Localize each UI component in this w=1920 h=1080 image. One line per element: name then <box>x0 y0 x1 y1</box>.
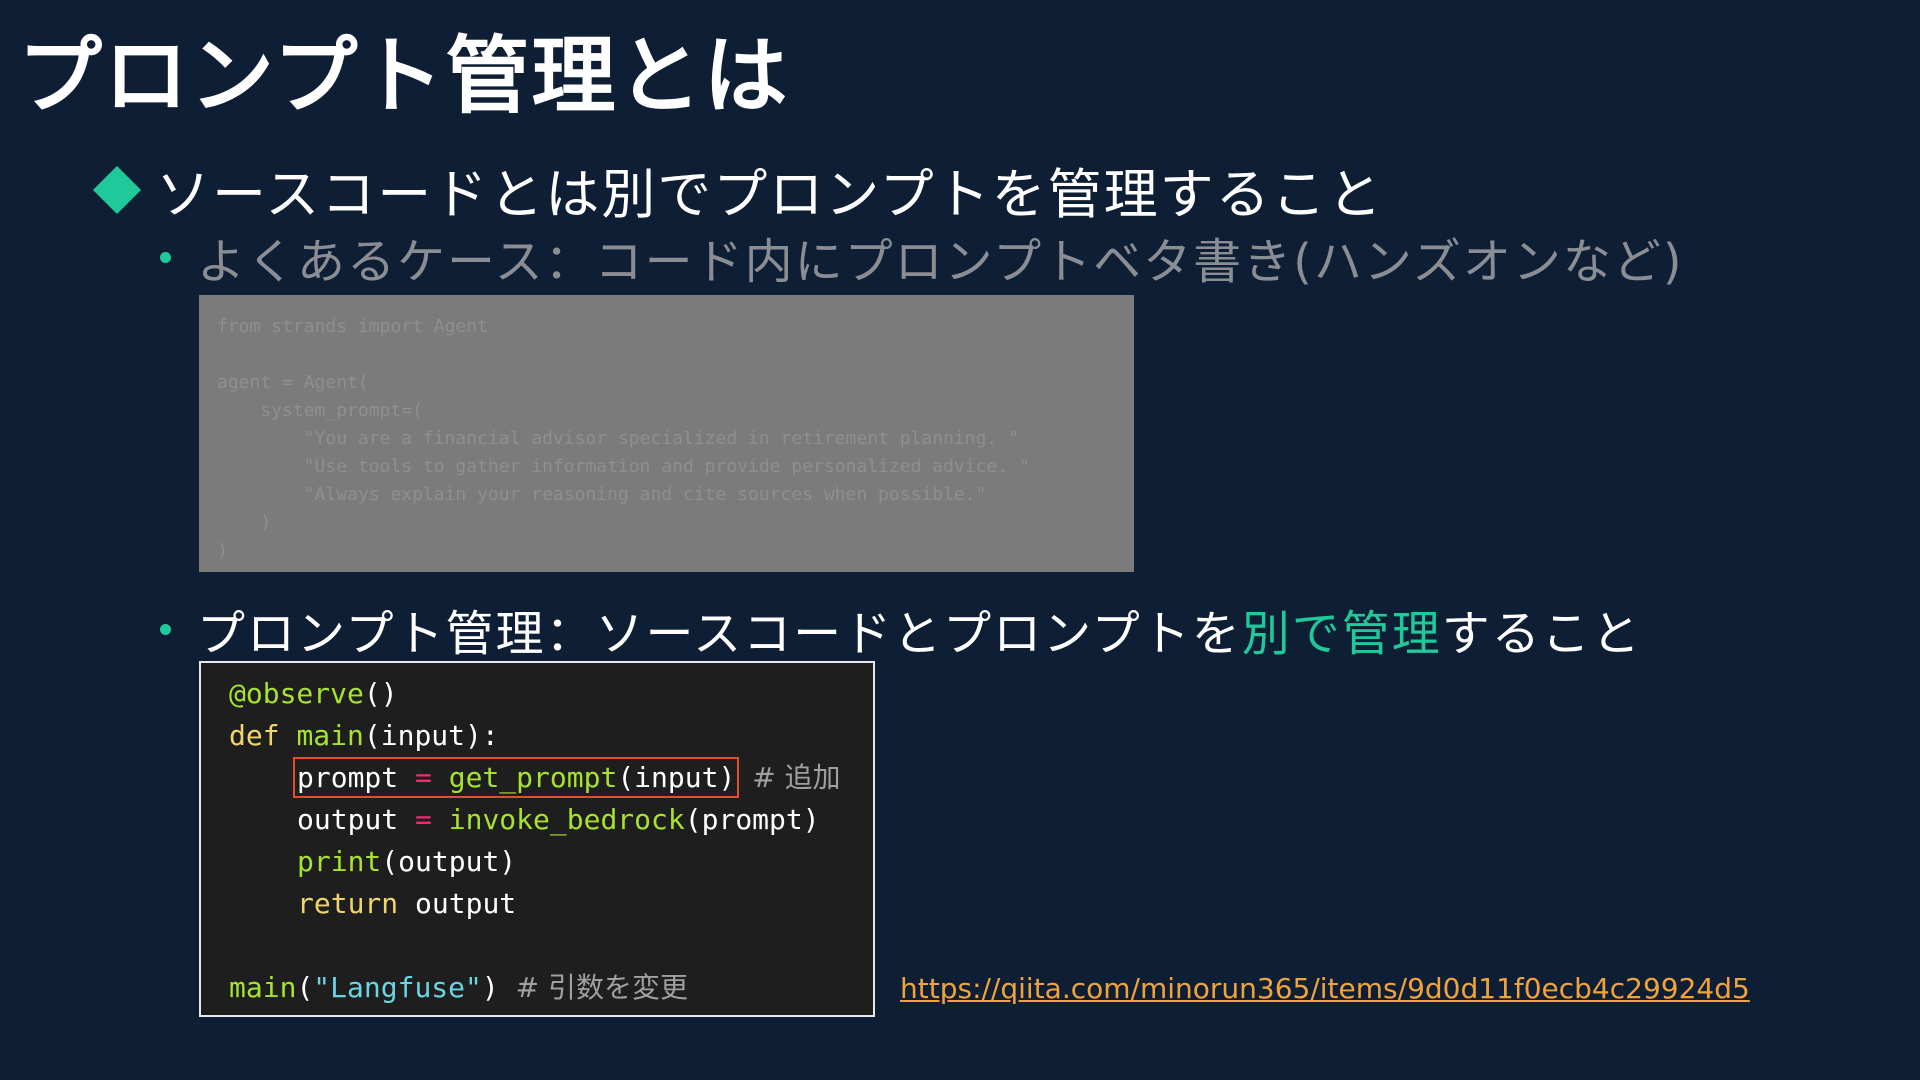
qiita-article-link[interactable]: https://qiita.com/minorun365/items/9d0d1… <box>900 972 1750 1005</box>
highlighted-get-prompt-call: prompt = get_prompt(input) <box>292 757 740 798</box>
sub-bullet-common-case-text: よくあるケース：コード内にプロンプトベタ書き(ハンズオンなど) <box>197 234 1684 290</box>
code-line-2: def main(input): <box>229 715 873 757</box>
main-bullet-text: ソースコードとは別でプロンプトを管理すること <box>156 163 1384 226</box>
code-line-1: @observe() <box>229 673 873 715</box>
keyword: def <box>229 719 280 752</box>
code-line: "Always explain your reasoning and cite … <box>217 484 987 505</box>
code-line: "Use tools to gather information and pro… <box>217 456 1030 477</box>
slide-title: プロンプト管理とは <box>18 27 790 125</box>
function-name: main <box>229 971 297 1004</box>
code-text: output <box>415 887 517 920</box>
punct: () <box>363 677 398 710</box>
code-line-5: print(output) <box>229 841 873 883</box>
main-bullet: ソースコードとは別でプロンプトを管理すること <box>92 150 1384 229</box>
function-name: invoke_bedrock <box>448 803 685 836</box>
code-text: (prompt) <box>684 803 820 836</box>
variable: prompt <box>297 761 399 794</box>
code-text: (input) <box>617 761 736 794</box>
code-line: ) <box>217 512 272 533</box>
text-suffix: すること <box>1441 606 1642 662</box>
code-text: (output) <box>381 845 517 878</box>
keyword: return <box>297 887 399 920</box>
sub-bullet-prompt-management-text: プロンプト管理：ソースコードとプロンプトを別で管理すること <box>197 594 1642 664</box>
operator: = <box>415 761 432 794</box>
sub-bullet-common-case: よくあるケース：コード内にプロンプトベタ書き(ハンズオンなど) <box>160 222 1684 292</box>
comment: # 引数を変更 <box>515 971 688 1004</box>
code-line: ) <box>217 540 228 561</box>
code-line-6: return output <box>229 883 873 925</box>
code-line: from strands import Agent <box>217 316 488 337</box>
string-literal: "Langfuse" <box>313 971 482 1004</box>
inline-prompt-code-block: from strands import Agent agent = Agent(… <box>199 295 1134 572</box>
code-text: (input): <box>363 719 499 752</box>
text-prefix: プロンプト管理：ソースコードとプロンプトを <box>197 606 1242 662</box>
code-line: system_prompt=( <box>217 400 423 421</box>
decorator: @observe <box>229 677 364 710</box>
code-line: "You are a financial advisor specialized… <box>217 428 1019 449</box>
punct: ( <box>296 971 314 1004</box>
comment: # 追加 <box>752 761 841 794</box>
function-name: get_prompt <box>448 761 618 794</box>
code-line-8: main("Langfuse") # 引数を変更 <box>229 967 873 1009</box>
function-name: print <box>297 845 382 878</box>
diamond-bullet-icon <box>92 165 142 214</box>
operator: = <box>415 803 432 836</box>
punct: ) <box>481 971 499 1004</box>
variable: output <box>297 803 399 836</box>
sub-bullet-prompt-management: プロンプト管理：ソースコードとプロンプトを別で管理すること <box>160 594 1642 664</box>
accent-text: 別で管理 <box>1241 606 1442 662</box>
dot-bullet-icon <box>160 623 171 635</box>
managed-prompt-code-block: @observe() def main(input): prompt = get_p… <box>199 661 875 1017</box>
function-name: main <box>296 719 364 752</box>
dot-bullet-icon <box>160 251 171 263</box>
code-line-4: output = invoke_bedrock(prompt) <box>229 799 873 841</box>
code-line-3: prompt = get_prompt(input) # 追加 <box>229 757 873 799</box>
code-line: agent = Agent( <box>217 372 369 393</box>
